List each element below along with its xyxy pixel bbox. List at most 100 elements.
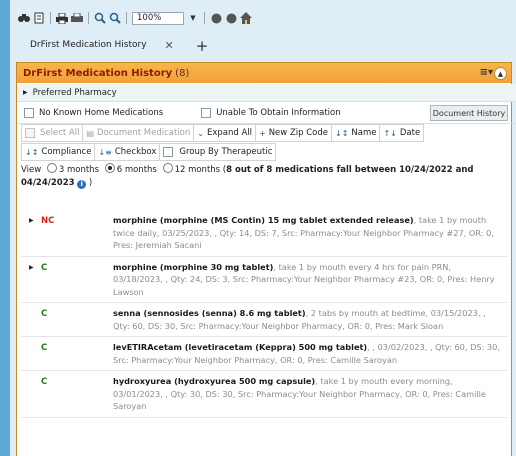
- medication-text: senna (sennosides (senna) 8.6 mg tablet)…: [113, 307, 503, 332]
- medication-status-cell: ▶ NC: [21, 214, 113, 252]
- status-badge: C: [41, 377, 48, 387]
- document-history-button[interactable]: Document History: [430, 105, 508, 121]
- document-medication-button[interactable]: ▤ Document Medication: [82, 124, 195, 142]
- sort-compliance-button[interactable]: ↓↕ Compliance: [21, 143, 96, 161]
- medication-history-panel: DrFirst Medication History (8) ≡▾ ▲ ▶ Pr…: [16, 62, 516, 456]
- collapse-icon[interactable]: ▲: [494, 67, 507, 80]
- medication-row[interactable]: ▶ C morphine (morphine 30 mg tablet), ta…: [21, 257, 507, 303]
- sort-date-button[interactable]: ↑↓ Date: [379, 124, 425, 142]
- radio-12-months[interactable]: [162, 163, 173, 173]
- status-badge: C: [41, 309, 48, 319]
- binoculars-icon[interactable]: [18, 12, 30, 24]
- sort-checkbox-label: Checkbox: [114, 147, 157, 157]
- select-all-label: Select All: [40, 128, 80, 138]
- toolbar-divider: [50, 12, 51, 24]
- medication-text: morphine (morphine 30 mg tablet), take 1…: [113, 261, 503, 299]
- radio-6-months-label: 6 months: [116, 165, 157, 175]
- print-preview-icon[interactable]: [71, 12, 83, 24]
- medication-text: levETIRAcetam (levetiracetam (Keppra) 50…: [113, 341, 503, 366]
- top-toolbar: 100% ▼: [18, 8, 252, 28]
- group-by-therapeutic-toggle[interactable]: Group By Therapeutic: [159, 143, 277, 161]
- expand-all-label: Expand All: [206, 128, 252, 138]
- no-known-home-meds-label: No Known Home Medications: [39, 107, 164, 118]
- app-window: 100% ▼ DrFirst Medication History ✕ + Dr…: [10, 0, 516, 456]
- panel-count: (8): [175, 67, 190, 79]
- sort-name-button[interactable]: ↓↕ Name: [331, 124, 381, 142]
- medication-status-cell: C: [21, 375, 113, 413]
- expand-arrow-icon[interactable]: ▶: [23, 89, 28, 96]
- tab-label: DrFirst Medication History: [30, 40, 147, 50]
- document-medication-icon: ▤: [86, 128, 95, 138]
- medication-name: senna (sennosides (senna) 8.6 mg tablet): [113, 308, 306, 318]
- back-icon[interactable]: [210, 12, 222, 24]
- no-known-home-meds-checkbox[interactable]: [24, 107, 34, 118]
- toolbar-divider: [88, 12, 89, 24]
- sort-checkbox-button[interactable]: ↓≡ Checkbox: [94, 143, 161, 161]
- medication-list: ▶ NC morphine (morphine (MS Contin) 15 m…: [21, 210, 507, 418]
- radio-6-months[interactable]: [104, 163, 115, 173]
- medication-name: levETIRAcetam (levetiracetam (Keppra) 50…: [113, 342, 368, 352]
- status-badge: NC: [41, 216, 55, 226]
- actions-toolbar-2: ↓↕ Compliance ↓≡ Checkbox Group By Thera…: [21, 143, 461, 161]
- expand-all-button[interactable]: ⌄ Expand All: [193, 124, 256, 142]
- status-badge: C: [41, 262, 48, 273]
- status-badge: C: [41, 343, 48, 353]
- sort-name-label: Name: [351, 128, 377, 138]
- medication-text: morphine (morphine (MS Contin) 15 mg tab…: [113, 214, 503, 252]
- toolbar-divider: [204, 12, 205, 24]
- tab-bar: DrFirst Medication History ✕ +: [22, 34, 208, 58]
- tab-drfirst-medication-history[interactable]: DrFirst Medication History ✕: [22, 34, 182, 58]
- preferred-pharmacy-label: Preferred Pharmacy: [32, 87, 117, 98]
- sort-az-icon: ↓↕: [25, 147, 39, 157]
- preferred-pharmacy-row[interactable]: ▶ Preferred Pharmacy: [17, 84, 516, 102]
- forward-icon[interactable]: [225, 12, 237, 24]
- radio-3-months-label: 3 months: [58, 165, 100, 175]
- print-icon[interactable]: [56, 12, 68, 24]
- home-meds-options-row: No Known Home Medications Unable To Obta…: [17, 102, 516, 124]
- new-zip-code-label: New Zip Code: [268, 128, 328, 138]
- checkbox-icon: [25, 128, 35, 138]
- medication-row[interactable]: C levETIRAcetam (levetiracetam (Keppra) …: [21, 337, 507, 371]
- info-icon[interactable]: i: [77, 180, 87, 189]
- zoom-select[interactable]: 100%: [132, 11, 184, 25]
- medication-status-cell: C: [21, 307, 113, 332]
- view-filter: View 3 months 6 months 12 months (8 out …: [21, 163, 474, 189]
- zoom-out-icon[interactable]: [109, 12, 121, 24]
- chevron-down-icon: ⌄: [197, 128, 204, 138]
- document-medication-label: Document Medication: [97, 128, 191, 138]
- panel-title: DrFirst Medication History: [23, 67, 173, 79]
- new-zip-code-button[interactable]: + New Zip Code: [255, 124, 332, 142]
- home-icon[interactable]: [240, 12, 252, 24]
- medication-text: hydroxyurea (hydroxyurea 500 mg capsule)…: [113, 375, 503, 413]
- document-icon[interactable]: [33, 12, 45, 24]
- unable-to-obtain-label: Unable To Obtain Information: [216, 107, 341, 118]
- close-icon[interactable]: ✕: [165, 39, 174, 52]
- group-by-therapeutic-label: Group By Therapeutic: [179, 147, 273, 157]
- medication-name: morphine (morphine 30 mg tablet): [113, 261, 274, 272]
- sort-date-icon: ↑↓: [383, 128, 397, 138]
- actions-toolbar-1: Select All ▤ Document Medication ⌄ Expan…: [21, 124, 461, 142]
- expand-arrow-icon[interactable]: ▶: [29, 217, 41, 224]
- zoom-in-icon[interactable]: [94, 12, 106, 24]
- medication-name: morphine (morphine (MS Contin) 15 mg tab…: [113, 215, 414, 225]
- left-accent-bar: [0, 0, 10, 456]
- unable-to-obtain-checkbox[interactable]: [201, 107, 212, 118]
- add-tab-icon[interactable]: +: [196, 37, 209, 55]
- radio-12-months-label: 12 months: [174, 165, 221, 175]
- medication-status-cell: ▶ C: [21, 261, 113, 299]
- group-by-therapeutic-checkbox[interactable]: [163, 147, 174, 157]
- sort-az-icon: ↓↕: [335, 128, 349, 138]
- sort-icon: ↓≡: [98, 147, 112, 157]
- medication-name: hydroxyurea (hydroxyurea 500 mg capsule): [113, 376, 316, 386]
- plus-icon: +: [259, 128, 266, 138]
- menu-icon[interactable]: ≡▾: [480, 67, 493, 78]
- chevron-down-icon[interactable]: ▼: [187, 12, 199, 25]
- medication-status-cell: C: [21, 341, 113, 366]
- select-all-button[interactable]: Select All: [21, 124, 84, 142]
- radio-3-months[interactable]: [46, 163, 57, 173]
- medication-row[interactable]: C hydroxyurea (hydroxyurea 500 mg capsul…: [21, 371, 507, 418]
- expand-arrow-icon[interactable]: ▶: [29, 264, 41, 271]
- toolbar-divider: [126, 12, 127, 24]
- medication-row[interactable]: ▶ NC morphine (morphine (MS Contin) 15 m…: [21, 210, 507, 257]
- medication-row[interactable]: C senna (sennosides (senna) 8.6 mg table…: [21, 303, 507, 337]
